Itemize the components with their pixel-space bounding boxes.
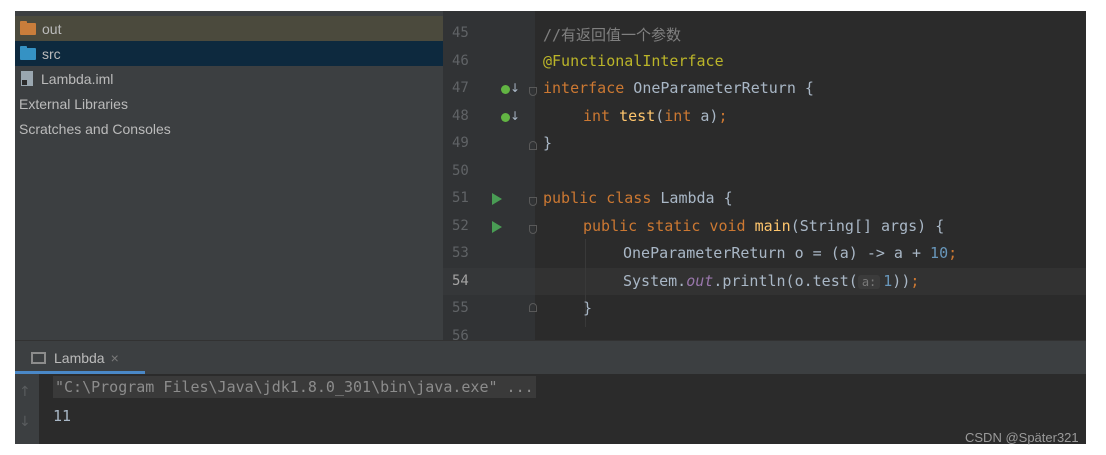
tree-item-out[interactable]: out bbox=[15, 16, 443, 41]
code-keyword: int bbox=[664, 107, 692, 125]
fold-icon[interactable] bbox=[529, 225, 537, 234]
fold-icon[interactable] bbox=[529, 197, 537, 206]
code-line-49: } bbox=[543, 134, 553, 152]
line-number: 55 bbox=[452, 300, 469, 316]
close-icon[interactable]: × bbox=[111, 350, 119, 366]
console-line: 11 bbox=[53, 407, 72, 425]
line-number: 50 bbox=[452, 163, 469, 179]
code-line-51: public class Lambda { bbox=[543, 189, 733, 207]
tree-item-label: src bbox=[42, 45, 61, 62]
console-output[interactable]: "C:\Program Files\Java\jdk1.8.0_301\bin\… bbox=[39, 374, 1086, 444]
code-text: System. bbox=[623, 272, 687, 290]
console-icon bbox=[31, 351, 46, 364]
project-tree: out src Lambda.iml External Libraries Sc… bbox=[15, 11, 443, 340]
line-number: 49 bbox=[452, 135, 469, 151]
line-number: 51 bbox=[452, 190, 469, 206]
code-text: OneParameterReturn { bbox=[624, 79, 814, 97]
watermark: CSDN @Später321 bbox=[965, 430, 1079, 445]
tree-item-src[interactable]: src bbox=[15, 41, 443, 66]
code-line-47: interface OneParameterReturn { bbox=[543, 79, 814, 97]
code-line-53: OneParameterReturn o = (a) -> a + 10; bbox=[623, 244, 957, 262]
code-text: OneParameterReturn o = (a) -> a + bbox=[623, 244, 931, 262]
code-line-46: @FunctionalInterface bbox=[543, 52, 724, 70]
fold-icon[interactable] bbox=[529, 141, 537, 150]
code-text: )) bbox=[892, 272, 911, 290]
implemented-icon[interactable] bbox=[501, 85, 510, 94]
fold-icon[interactable] bbox=[529, 303, 537, 312]
tree-item-label: Scratches and Consoles bbox=[19, 120, 171, 137]
parameter-hint: a: bbox=[857, 275, 881, 289]
code-semicolon: ; bbox=[948, 244, 958, 262]
line-number: 53 bbox=[452, 245, 469, 261]
code-line-45: //有返回值一个参数 bbox=[543, 26, 682, 44]
code-text: ( bbox=[655, 107, 665, 125]
run-side-toolbar: ↑ ↓ bbox=[15, 374, 39, 444]
tree-item-label: out bbox=[42, 20, 62, 37]
tab-label: Lambda bbox=[54, 349, 105, 366]
module-file-icon bbox=[21, 71, 33, 86]
code-keyword: int bbox=[583, 107, 611, 125]
code-function: main bbox=[754, 217, 791, 235]
code-keyword: public static void bbox=[583, 217, 746, 235]
code-number: 10 bbox=[930, 244, 949, 262]
run-icon[interactable] bbox=[492, 221, 502, 233]
line-number: 48 bbox=[452, 108, 469, 124]
tree-item-label: Lambda.iml bbox=[41, 70, 114, 87]
code-static-field: out bbox=[686, 272, 714, 290]
code-semicolon: ; bbox=[910, 272, 920, 290]
code-keyword: interface bbox=[543, 79, 625, 97]
run-tool-window-header: Lambda × bbox=[15, 340, 1086, 374]
folder-icon bbox=[20, 45, 36, 60]
tree-item-external-libraries[interactable]: External Libraries bbox=[15, 91, 443, 116]
tree-item-lambda-iml[interactable]: Lambda.iml bbox=[15, 66, 443, 91]
code-semicolon: ; bbox=[718, 107, 728, 125]
down-arrow-icon[interactable]: ↓ bbox=[19, 414, 31, 430]
code-text: Lambda { bbox=[651, 189, 733, 207]
code-text: a) bbox=[691, 107, 719, 125]
tree-item-scratches[interactable]: Scratches and Consoles bbox=[15, 116, 443, 141]
code-function: test bbox=[619, 107, 656, 125]
line-number: 52 bbox=[452, 218, 469, 234]
console-command: "C:\Program Files\Java\jdk1.8.0_301\bin\… bbox=[53, 376, 536, 398]
code-keyword: public class bbox=[543, 189, 652, 207]
code-line-54: System.out.println(o.test(a: 1)); bbox=[623, 272, 919, 290]
line-number: 46 bbox=[452, 53, 469, 69]
implemented-arrow-icon: ↓ bbox=[510, 81, 521, 95]
code-line-48: int test(int a); bbox=[583, 107, 728, 125]
line-number: 45 bbox=[452, 25, 469, 41]
up-arrow-icon[interactable]: ↑ bbox=[19, 384, 31, 400]
code-text: .println(o.test( bbox=[713, 272, 858, 290]
line-number: 47 bbox=[452, 80, 469, 96]
ide-window: out src Lambda.iml External Libraries Sc… bbox=[15, 11, 1086, 444]
code-line-55: } bbox=[583, 299, 593, 317]
line-number: 54 bbox=[452, 273, 469, 289]
folder-icon bbox=[20, 20, 36, 35]
code-line-52: public static void main(String[] args) { bbox=[583, 217, 944, 235]
fold-icon[interactable] bbox=[529, 87, 537, 96]
console-line: "C:\Program Files\Java\jdk1.8.0_301\bin\… bbox=[53, 376, 536, 398]
implemented-icon[interactable] bbox=[501, 113, 510, 122]
tree-item-label: External Libraries bbox=[19, 95, 128, 112]
tab-lambda[interactable]: Lambda × bbox=[15, 341, 145, 374]
implemented-arrow-icon: ↓ bbox=[510, 109, 521, 123]
code-number: 1 bbox=[883, 272, 893, 290]
run-icon[interactable] bbox=[492, 193, 502, 205]
code-text: (String[] args) { bbox=[790, 217, 945, 235]
